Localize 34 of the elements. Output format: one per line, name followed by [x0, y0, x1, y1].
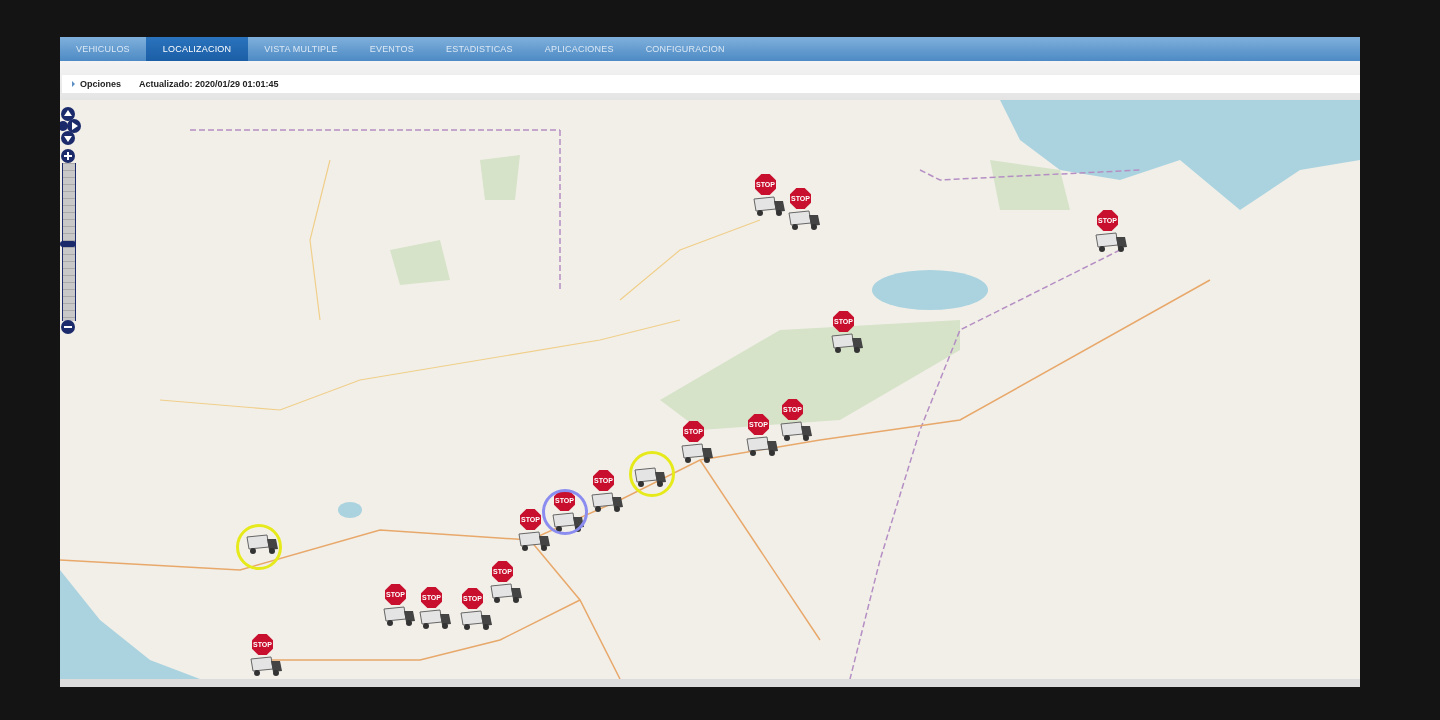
- nature-reserve-area: [480, 155, 520, 200]
- nav-tab[interactable]: CONFIGURACION: [629, 37, 741, 61]
- truck-icon[interactable]: [745, 435, 779, 457]
- nav-tab[interactable]: ESTADISTICAS: [430, 37, 529, 61]
- truck-icon[interactable]: [418, 608, 452, 630]
- truck-icon[interactable]: [590, 491, 624, 513]
- plus-icon: [61, 149, 75, 163]
- expand-arrow-icon: [72, 81, 75, 87]
- zoom-slider[interactable]: [62, 163, 76, 321]
- options-toggle[interactable]: Opciones: [72, 79, 121, 89]
- truck-icon[interactable]: [1094, 231, 1128, 253]
- pan-control-icon[interactable]: [60, 106, 84, 146]
- truck-icon[interactable]: [382, 605, 416, 627]
- nav-tab[interactable]: VISTA MULTIPLE: [248, 37, 354, 61]
- truck-icon[interactable]: [249, 655, 283, 677]
- truck-icon[interactable]: [517, 530, 551, 552]
- truck-icon[interactable]: [779, 420, 813, 442]
- truck-icon[interactable]: [680, 442, 714, 464]
- nav-tab[interactable]: VEHICULOS: [60, 37, 146, 61]
- truck-icon[interactable]: [489, 582, 523, 604]
- truck-icon[interactable]: [459, 609, 493, 631]
- truck-icon[interactable]: [633, 466, 667, 488]
- nav-tab[interactable]: LOCALIZACION: [145, 37, 249, 61]
- truck-icon[interactable]: [752, 195, 786, 217]
- truck-icon[interactable]: [830, 332, 864, 354]
- nav-tab[interactable]: EVENTOS: [353, 37, 430, 61]
- truck-icon[interactable]: [787, 209, 821, 231]
- truck-icon[interactable]: [551, 511, 585, 533]
- zoom-slider-handle[interactable]: [60, 240, 76, 247]
- nav-tab[interactable]: APLICACIONES: [528, 37, 630, 61]
- nature-reserve-area: [390, 240, 450, 285]
- truck-icon[interactable]: [245, 533, 279, 555]
- lake-area: [338, 502, 362, 518]
- update-timestamp: Actualizado: 2020/01/29 01:01:45: [139, 79, 279, 89]
